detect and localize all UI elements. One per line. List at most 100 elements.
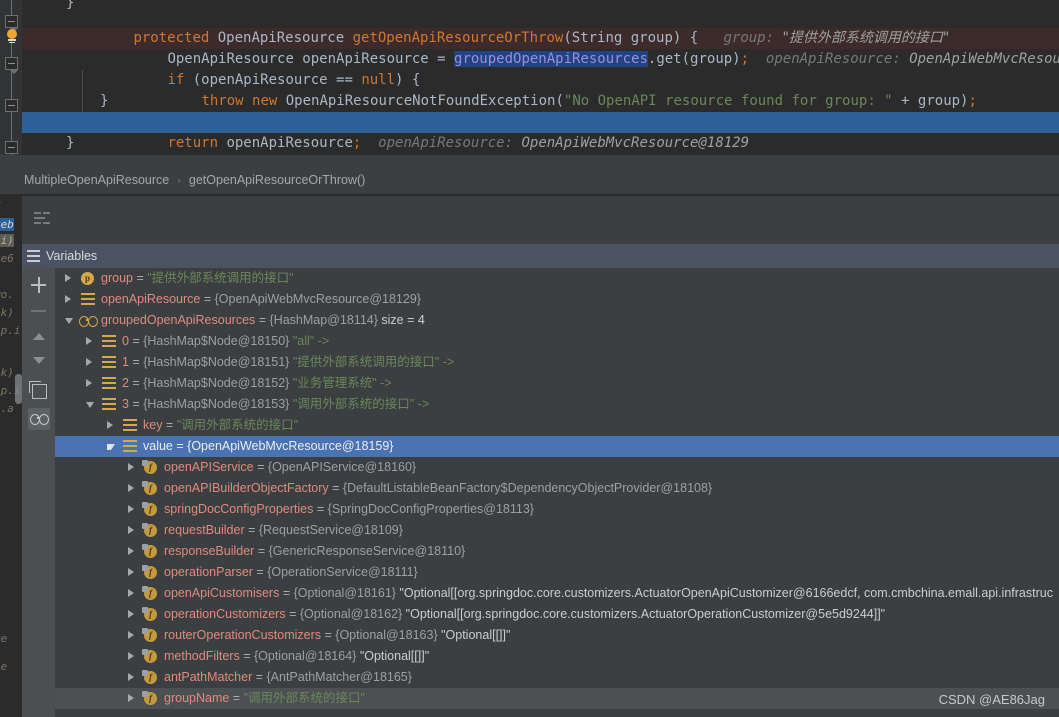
variable-name: openApiCustomisers xyxy=(164,586,280,600)
variable-value: "调用外部系统的接口" xyxy=(243,691,365,705)
variable-text: key = "调用外部系统的接口" xyxy=(143,415,298,436)
variables-panel[interactable]: Variables p group = "提供外部系统调用的接口" openApiR… xyxy=(22,244,1059,717)
variable-row[interactable]: 0 = {HashMap$Node@18150} "all" -> xyxy=(55,331,1059,352)
equals-sign: = xyxy=(252,565,268,579)
breadcrumb-separator-icon: › xyxy=(177,175,181,187)
variable-text: groupName = "调用外部系统的接口" xyxy=(164,688,365,709)
equals-sign: = xyxy=(285,607,300,621)
variable-row[interactable]: f springDocConfigProperties = {SpringDocC… xyxy=(55,499,1059,520)
equals-sign: = xyxy=(254,544,269,558)
variable-row[interactable]: f responseBuilder = {GenericResponseServi… xyxy=(55,541,1059,562)
expand-toggle-icon[interactable] xyxy=(128,484,134,492)
variable-row[interactable]: f routerOperationCustomizers = {Optional@… xyxy=(55,625,1059,646)
field-icon: f xyxy=(142,670,157,684)
equals-sign: = xyxy=(252,670,267,684)
field-icon: f xyxy=(142,481,157,495)
variable-row[interactable]: f methodFilters = {Optional@18164} "Optio… xyxy=(55,646,1059,667)
variable-row[interactable]: openApiResource = {OpenApiWebMvcResource… xyxy=(55,289,1059,310)
variable-name: springDocConfigProperties xyxy=(164,502,314,516)
variables-tree[interactable]: p group = "提供外部系统调用的接口" openApiResource = … xyxy=(55,268,1059,717)
debug-toolbar-strip[interactable] xyxy=(22,196,1059,244)
code-text[interactable]: } protected OpenApiResource getOpenApiRe… xyxy=(22,0,1059,155)
equals-sign: = xyxy=(321,628,336,642)
expand-toggle-icon[interactable] xyxy=(65,274,71,282)
variable-row[interactable]: groupedOpenApiResources = {HashMap@18114… xyxy=(55,310,1059,331)
collapse-toggle-icon[interactable] xyxy=(65,317,73,324)
fold-marker[interactable] xyxy=(5,15,18,32)
variable-text: routerOperationCustomizers = {Optional@1… xyxy=(164,625,510,646)
expand-toggle-icon[interactable] xyxy=(128,463,134,471)
variable-row[interactable]: 1 = {HashMap$Node@18151} "提供外部系统调用的接口" -… xyxy=(55,352,1059,373)
fold-marker[interactable] xyxy=(5,141,18,154)
variable-row[interactable]: f antPathMatcher = {AntPathMatcher@18165} xyxy=(55,667,1059,688)
variable-row[interactable]: f operationParser = {OperationService@181… xyxy=(55,562,1059,583)
variable-row[interactable]: p group = "提供外部系统调用的接口" xyxy=(55,268,1059,289)
equals-sign: = xyxy=(255,313,270,327)
collapse-toggle-icon[interactable] xyxy=(107,443,115,450)
equals-sign: = xyxy=(313,502,328,516)
object-icon xyxy=(102,356,116,369)
fold-marker[interactable] xyxy=(5,99,18,112)
expand-toggle-icon[interactable] xyxy=(128,610,134,618)
inspect-button[interactable] xyxy=(28,408,50,430)
variable-name: key xyxy=(143,418,163,432)
expand-toggle-icon[interactable] xyxy=(128,547,134,555)
equals-sign: = xyxy=(253,460,268,474)
add-watch-button[interactable] xyxy=(28,274,50,296)
variable-row[interactable]: f requestBuilder = {RequestService@18109} xyxy=(55,520,1059,541)
background-scroll-thumb[interactable] xyxy=(15,374,22,404)
variable-name: groupName xyxy=(164,691,230,705)
breadcrumb[interactable]: MultipleOpenApiResource › getOpenApiResour… xyxy=(0,166,1059,194)
variables-toolbar[interactable] xyxy=(22,268,55,717)
expand-toggle-icon[interactable] xyxy=(128,568,134,576)
editor-gutter[interactable] xyxy=(0,0,22,155)
expand-toggle-icon[interactable] xyxy=(128,694,134,702)
move-down-button[interactable] xyxy=(28,350,50,372)
variable-tail: "all" -> xyxy=(289,334,330,348)
field-icon: f xyxy=(142,460,157,474)
collapse-toggle-icon[interactable] xyxy=(86,401,94,408)
variable-row[interactable]: value = {OpenApiWebMvcResource@18159} xyxy=(55,436,1059,457)
object-icon xyxy=(102,335,116,348)
field-icon: f xyxy=(142,565,157,579)
equals-sign: = xyxy=(229,691,244,705)
code-editor[interactable]: } protected OpenApiResource getOpenApiRe… xyxy=(0,0,1059,155)
lightbulb-icon[interactable] xyxy=(6,29,18,43)
variable-text: 2 = {HashMap$Node@18152} "业务管理系统" -> xyxy=(122,373,392,394)
variable-row[interactable]: f groupName = "调用外部系统的接口" xyxy=(55,688,1059,709)
expand-toggle-icon[interactable] xyxy=(128,631,134,639)
variable-value: {Optional@18164} xyxy=(253,649,357,663)
variable-text: groupedOpenApiResources = {HashMap@18114… xyxy=(101,310,425,331)
variable-row[interactable]: 3 = {HashMap$Node@18153} "调用外部系统的接口" -> xyxy=(55,394,1059,415)
expand-toggle-icon[interactable] xyxy=(65,295,71,303)
move-up-button[interactable] xyxy=(28,326,50,348)
breadcrumb-class[interactable]: MultipleOpenApiResource xyxy=(0,173,169,187)
expand-toggle-icon[interactable] xyxy=(86,337,92,345)
variable-tail: "调用外部系统的接口" -> xyxy=(289,397,430,411)
expand-toggle-icon[interactable] xyxy=(128,526,134,534)
expand-toggle-icon[interactable] xyxy=(86,379,92,387)
variable-row[interactable]: f openApiCustomisers = {Optional@18161} "… xyxy=(55,583,1059,604)
remove-watch-button[interactable] xyxy=(28,300,50,322)
expand-toggle-icon[interactable] xyxy=(128,673,134,681)
breadcrumb-method[interactable]: getOpenApiResourceOrThrow() xyxy=(189,173,365,187)
fold-marker[interactable] xyxy=(5,57,18,74)
field-icon: f xyxy=(142,502,157,516)
expand-toggle-icon[interactable] xyxy=(128,505,134,513)
variable-row[interactable]: key = "调用外部系统的接口" xyxy=(55,415,1059,436)
variable-value: {HashMap$Node@18152} xyxy=(143,376,290,390)
copy-value-button[interactable] xyxy=(28,380,50,402)
settings-lines-icon[interactable] xyxy=(34,212,50,224)
object-icon xyxy=(123,419,137,432)
watermark: CSDN @AE86Jag xyxy=(938,692,1045,707)
variable-row[interactable]: f openAPIBuilderObjectFactory = {DefaultL… xyxy=(55,478,1059,499)
object-icon xyxy=(102,377,116,390)
expand-toggle-icon[interactable] xyxy=(128,589,134,597)
expand-toggle-icon[interactable] xyxy=(86,358,92,366)
expand-toggle-icon[interactable] xyxy=(107,421,113,429)
variable-row[interactable]: 2 = {HashMap$Node@18152} "业务管理系统" -> xyxy=(55,373,1059,394)
variable-row[interactable]: f operationCustomizers = {Optional@18162}… xyxy=(55,604,1059,625)
variable-row[interactable]: f openAPIService = {OpenAPIService@18160} xyxy=(55,457,1059,478)
expand-toggle-icon[interactable] xyxy=(128,652,134,660)
field-icon: f xyxy=(142,649,157,663)
